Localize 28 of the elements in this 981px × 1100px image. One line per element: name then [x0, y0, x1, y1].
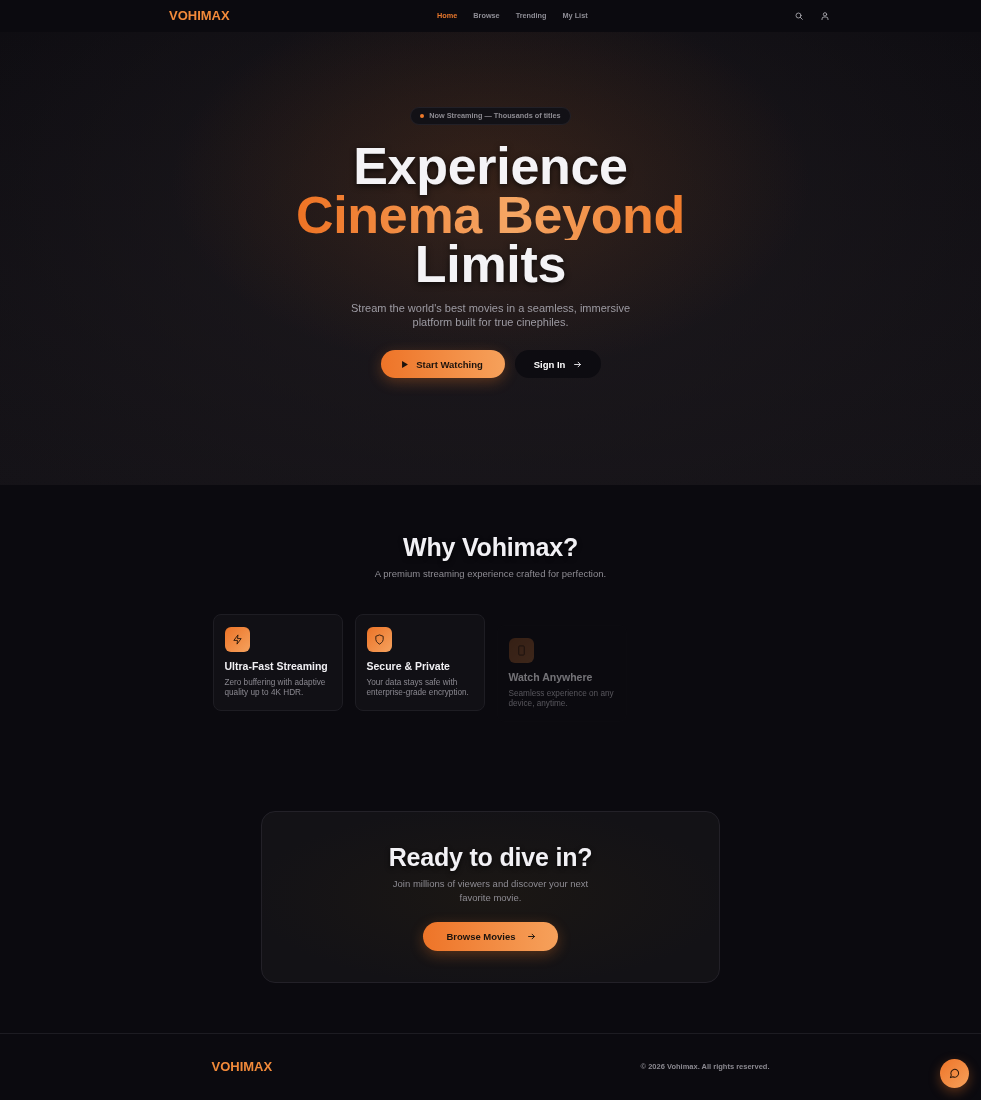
feature-title: Ultra-Fast Streaming [224, 660, 329, 673]
feature-title: Secure & Private [366, 660, 451, 673]
search-icon[interactable] [795, 12, 803, 20]
chat-button[interactable] [940, 1059, 969, 1088]
chat-icon [949, 1068, 960, 1079]
section-heading: Why Vohimax? [403, 532, 578, 562]
brand-logo[interactable]: VOHIMAX [169, 8, 230, 24]
arrow-icon [527, 933, 535, 940]
cta-text: Join millions of viewers and discover your next favorite movie. [391, 877, 590, 905]
user-icon[interactable] [821, 12, 829, 20]
hero-heading-line: Limits [414, 240, 567, 289]
start-watching-button[interactable]: Start Watching [380, 350, 505, 378]
play-icon [402, 360, 409, 368]
browse-movies-button[interactable]: Browse Movies [423, 922, 558, 951]
arrow-icon [574, 360, 582, 368]
status-dot-icon [420, 114, 425, 118]
shield-icon [366, 627, 392, 652]
feature-text: Zero buffering with adaptive quality up to 4K HDR. [224, 678, 327, 698]
footer-logo: VOHIMAX [211, 1059, 273, 1075]
smartphone-icon [508, 638, 534, 663]
feature-text: Seamless experience on any device, anytime. [508, 689, 615, 709]
cta-heading: Ready to dive in? [388, 842, 593, 872]
sign-in-button[interactable]: Sign In [514, 350, 601, 378]
feature-title: Watch Anywhere [508, 671, 594, 684]
section-subtitle: A premium streaming experience crafted for perfection. [374, 567, 607, 580]
lightning-icon [224, 627, 250, 652]
feature-text: Your data stays safe with enterprise-grade encryption. [366, 678, 470, 698]
hero-subtitle: Stream the world's best movies in a seamless, immersive platform built for true cinephiles. [350, 301, 631, 329]
